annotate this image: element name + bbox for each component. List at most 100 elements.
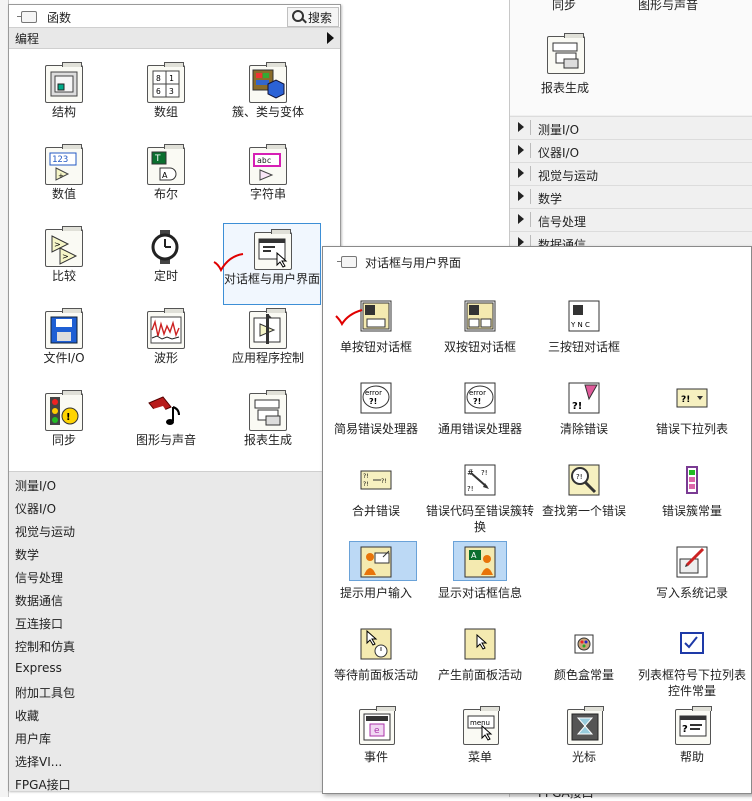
cluster-class-variant-icon [249,62,287,103]
category-item[interactable]: 信号处理 [15,569,63,586]
svg-text:e: e [374,726,380,736]
background-category-row[interactable]: 测量I/O [510,116,752,139]
category-item[interactable]: 视觉与运动 [15,523,75,540]
svg-text:abc: abc [257,156,272,165]
palette-item-file-io[interactable]: 文件I/O [13,303,115,383]
prompt-user-input-icon [359,545,393,579]
palette-item-cluster-class-variant[interactable]: 簇、类与变体 [217,57,319,137]
category-item[interactable]: 数学 [15,546,39,563]
item-label: 错误簇常量 [661,504,722,518]
item-label: 帮助 [679,750,704,764]
error-ring[interactable]: ?! 错误下拉列表 [639,373,745,455]
graphics-sound-icon [147,393,183,429]
item-label: 报表生成 [243,433,292,447]
menus[interactable]: menu 菜单 [427,701,533,783]
simple-error-handler-icon: error?! [359,381,393,415]
clear-errors[interactable]: ?! 清除错误 [531,373,637,455]
category-item[interactable]: 附加工具包 [15,684,75,701]
palette-item-waveform[interactable]: 波形 [115,303,217,383]
svg-text:Y N C: Y N C [570,321,590,329]
category-item[interactable]: 仪器I/O [15,500,56,517]
one-button-dialog[interactable]: 单按钮对话框 [323,291,429,373]
category-item[interactable]: 互连接口 [15,615,63,632]
comparison-icon: > > [45,226,83,267]
background-category-label: 数学 [538,192,563,206]
general-error-handler[interactable]: error?! 通用错误处理器 [427,373,533,455]
background-category-row[interactable]: 仪器I/O [510,139,752,162]
svg-text:?!: ?! [481,469,488,477]
item-label: 查找第一个错误 [541,504,626,518]
merge-errors[interactable]: ?!?!?! 合并错误 [323,455,429,537]
category-item[interactable]: 收藏 [15,707,39,724]
cursor-icon [567,706,604,745]
svg-text:error: error [365,389,382,397]
search-button[interactable]: 搜索 [287,7,339,27]
two-button-dialog[interactable]: 双按钮对话框 [427,291,533,373]
category-item[interactable]: 控制和仿真 [15,638,75,655]
category-item[interactable]: Express [15,661,62,675]
expand-right-arrow-icon[interactable] [327,32,334,44]
general-error-handler-icon: error?! [463,381,497,415]
item-label: 合并错误 [351,504,400,518]
category-item[interactable]: 数据通信 [15,592,63,609]
wait-front-panel-icon [359,627,393,661]
generate-front-panel-activity[interactable]: 产生前面板活动 [427,619,533,701]
events[interactable]: e 事件 [323,701,429,783]
background-category-row[interactable]: 数学 [510,185,752,208]
svg-text:?!: ?! [467,485,474,493]
palette-item-application-control[interactable]: 应用程序控制 [217,303,319,383]
display-message-icon: A [463,545,497,579]
svg-text:?!: ?! [576,473,583,481]
numeric-icon: 123 + [45,144,83,185]
find-first-error[interactable]: ?! 查找第一个错误 [531,455,637,537]
prompt-user-for-input[interactable]: 提示用户输入 [323,537,429,619]
category-item[interactable]: 选择VI... [15,753,62,770]
simple-error-handler[interactable]: error?! 简易错误处理器 [323,373,429,455]
item-label: 清除错误 [559,422,608,436]
palette-item-boolean[interactable]: TA 布尔 [115,139,217,219]
palette-item-graphics-sound[interactable]: 图形与声音 [115,385,217,465]
item-label: 产生前面板活动 [437,668,522,682]
palette-item-numeric[interactable]: 123 + 数值 [13,139,115,219]
pin-icon[interactable] [337,256,357,268]
category-header-programming[interactable]: 编程 [9,27,340,49]
report-generation-icon[interactable] [547,33,585,74]
category-item[interactable]: 用户库 [15,730,51,747]
menus-icon: menu [463,706,500,745]
error-code-to-cluster[interactable]: #?!?! 错误代码至错误簇转换 [426,455,534,537]
listbox-symbol-ring-constant[interactable]: 列表框符号下拉列表控件常量 [638,619,746,701]
pin-icon[interactable] [17,11,37,23]
error-cluster-constant[interactable]: 错误簇常量 [639,455,745,537]
palette-item-synchronization[interactable]: ! 同步 [13,385,115,465]
item-label: 错误下拉列表 [655,422,728,436]
item-label: 简易错误处理器 [333,422,418,436]
item-label: 双按钮对话框 [443,340,516,354]
palette-item-timing[interactable]: 定时 [115,221,217,301]
svg-text:!: ! [66,412,71,423]
item-label: 应用程序控制 [231,351,304,365]
category-item[interactable]: FPGA接口 [15,776,71,793]
search-label: 搜索 [308,11,333,25]
three-button-dialog[interactable]: Y N C 三按钮对话框 [531,291,637,373]
palette-item-string[interactable]: abc 字符串 [217,139,319,219]
three-button-dialog-icon: Y N C [567,299,601,333]
background-category-row[interactable]: 视觉与运动 [510,162,752,185]
background-category-row[interactable]: 信号处理 [510,208,752,231]
cursor[interactable]: 光标 [531,701,637,783]
svg-text:menu: menu [470,719,490,727]
clear-errors-icon: ?! [567,381,601,415]
palette-item-report-generation[interactable]: 报表生成 [217,385,319,465]
expand-arrow-icon [518,191,524,201]
write-to-system-log[interactable]: 写入系统记录 [639,537,745,619]
svg-text:8: 8 [156,74,161,83]
category-item[interactable]: 测量I/O [15,477,56,494]
display-message-to-user[interactable]: A 显示对话框信息 [427,537,533,619]
palette-item-comparison[interactable]: > > 比较 [13,221,115,301]
wait-on-front-panel-activity[interactable]: 等待前面板活动 [323,619,429,701]
palette-item-structures[interactable]: 结构 [13,57,115,137]
help[interactable]: ? 帮助 [639,701,745,783]
item-label: 颜色盒常量 [553,668,614,682]
color-box-constant[interactable]: 颜色盒常量 [531,619,637,701]
palette-item-array[interactable]: 8163 数组 [115,57,217,137]
functions-palette: 函数 搜索 编程 结构 8163 数组 簇、类与变体 123 + 数值 T A … [8,4,341,793]
